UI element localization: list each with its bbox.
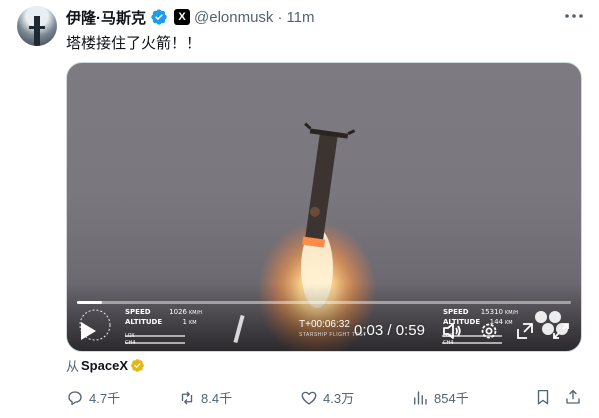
tweet-text: 塔楼接住了火箭！！ [66, 35, 202, 52]
verified-check-icon [151, 9, 167, 25]
gear-icon[interactable] [479, 321, 499, 341]
more-dots-icon[interactable] [563, 8, 585, 24]
reply-icon [68, 390, 82, 405]
altitude-unit: KM [505, 320, 513, 326]
heart-icon [301, 391, 317, 405]
avatar[interactable] [17, 6, 57, 46]
bookmark-icon [537, 389, 549, 405]
share-icon [566, 389, 580, 404]
volume-icon[interactable] [442, 321, 462, 341]
altitude-value: 1 [182, 318, 187, 326]
media-source: 从 SpaceX [66, 356, 145, 375]
views-button[interactable]: 854千 [411, 388, 469, 407]
speed-label: SPEED [443, 308, 469, 316]
video-progress-fill [77, 301, 102, 304]
play-icon[interactable] [79, 321, 97, 341]
duration: 0:59 [395, 322, 425, 339]
video-progress-bar[interactable] [77, 301, 571, 304]
mission-clock: T+00:06:32 [299, 319, 350, 330]
separator-dot: · [277, 8, 283, 26]
ch4-label: CH4 [125, 340, 136, 346]
bookmark-button[interactable] [534, 388, 552, 406]
speed-unit: KM/H [189, 310, 203, 316]
like-button[interactable]: 4.3万 [300, 388, 354, 407]
altitude-label: ALTITUDE [125, 318, 163, 326]
time-separator: / [387, 322, 392, 339]
share-button[interactable] [564, 388, 582, 406]
current-time: 0:03 [354, 322, 384, 339]
like-count: 4.3万 [323, 391, 355, 406]
tweet-time[interactable]: 11m [286, 9, 314, 26]
x-logo-badge: X [174, 9, 190, 25]
speed-unit: KM/H [505, 310, 519, 316]
speed-value: 15310 [480, 308, 503, 316]
repost-count: 8.4千 [201, 391, 233, 406]
views-bar-icon [414, 390, 427, 405]
tweet-header: 伊隆·马斯克 X @elonmusk · 11m [66, 6, 315, 28]
source-prefix: 从 [66, 359, 80, 374]
video-player[interactable]: SPEED 1026 KM/H ALTITUDE 1 KM LOX CH4 SP… [66, 62, 582, 352]
reply-count: 4.7千 [89, 391, 121, 406]
speed-label: SPEED [125, 308, 151, 316]
repost-button[interactable]: 8.4千 [178, 388, 232, 407]
author-handle[interactable]: @elonmusk [194, 9, 273, 26]
source-name[interactable]: SpaceX [81, 358, 128, 373]
speed-value: 1026 [169, 308, 187, 316]
views-count: 854千 [434, 391, 469, 406]
repost-icon [181, 391, 193, 404]
gold-verified-icon [131, 359, 144, 372]
picture-in-picture-icon[interactable] [515, 321, 535, 341]
video-time-readout: 0:03 / 0:59 [354, 322, 425, 339]
reply-button[interactable]: 4.7千 [66, 388, 120, 407]
altitude-unit: KM [189, 320, 197, 326]
action-bar: 4.7千 8.4千 4.3万 854千 [66, 388, 586, 408]
author-name[interactable]: 伊隆·马斯克 [66, 7, 146, 28]
fullscreen-icon[interactable] [551, 321, 571, 341]
